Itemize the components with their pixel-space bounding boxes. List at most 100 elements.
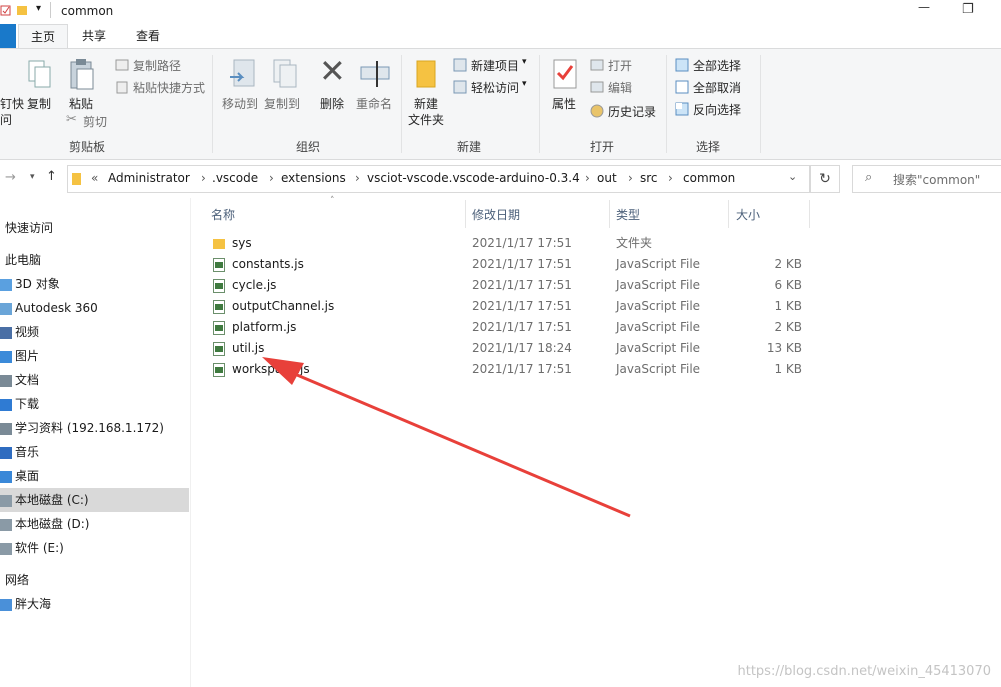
new-folder-button-line2[interactable]: 文件夹	[408, 111, 444, 128]
column-header-type[interactable]: 类型	[616, 205, 640, 225]
pin-quick-access-label[interactable]: 钉快	[0, 95, 24, 112]
file-date: 2021/1/17 17:51	[472, 257, 572, 271]
column-header-name[interactable]: 名称	[211, 205, 235, 225]
title-divider	[50, 2, 51, 18]
file-date: 2021/1/17 17:51	[472, 320, 572, 334]
chevron-down-icon[interactable]: ▾	[522, 79, 527, 89]
properties-quick-icon[interactable]	[0, 4, 12, 16]
delete-icon: ✕	[319, 52, 346, 90]
new-folder-quick-icon[interactable]	[16, 4, 28, 16]
crumb-administrator[interactable]: Administrator	[108, 171, 190, 185]
file-type: JavaScript File	[616, 341, 701, 355]
rename-button[interactable]: 重命名	[356, 95, 392, 112]
address-bar[interactable]: « Administrator › .vscode › extensions ›…	[67, 165, 810, 193]
select-all-icon	[675, 58, 689, 72]
column-divider[interactable]	[728, 200, 729, 228]
file-tab[interactable]	[0, 24, 16, 48]
recent-locations-icon[interactable]: ▾	[30, 172, 35, 182]
nav-item[interactable]: 本地磁盘 (D:)	[0, 512, 189, 536]
column-header-size[interactable]: 大小	[736, 205, 760, 225]
crumb-out[interactable]: out	[597, 171, 617, 185]
crumb-separator: ›	[355, 171, 360, 185]
paste-button[interactable]: 粘贴	[69, 95, 93, 112]
file-type: JavaScript File	[616, 320, 701, 334]
chevron-down-icon[interactable]: ⌄	[788, 170, 797, 183]
music-icon	[0, 446, 12, 459]
up-arrow-icon[interactable]: ↑	[46, 169, 57, 184]
computer-icon	[0, 598, 12, 611]
column-divider[interactable]	[609, 200, 610, 228]
nav-item[interactable]: 桌面	[0, 464, 189, 488]
search-box[interactable]: ⌕ 搜索"common"	[852, 165, 1001, 193]
network-drive-icon	[0, 422, 12, 435]
copy-to-button[interactable]: 复制到	[264, 95, 300, 112]
js-file-icon	[213, 342, 225, 356]
crumb-src[interactable]: src	[640, 171, 658, 185]
column-divider[interactable]	[809, 200, 810, 228]
drive-icon	[0, 542, 12, 555]
crumb-extensions[interactable]: extensions	[281, 171, 346, 185]
tab-view[interactable]: 查看	[124, 24, 172, 48]
minimize-button[interactable]: —	[918, 0, 930, 14]
title-bar: ▾ common — ❐	[0, 0, 1001, 22]
nav-item[interactable]: 胖大海	[0, 592, 189, 616]
quick-access-dropdown-icon[interactable]: ▾	[36, 3, 41, 14]
nav-item[interactable]: 下载	[0, 392, 189, 416]
pin-quick-access-label-2[interactable]: 问	[0, 111, 12, 128]
file-row[interactable]: sys 2021/1/17 17:51 文件夹	[205, 233, 805, 254]
search-input[interactable]: 搜索"common"	[893, 171, 980, 188]
file-name: platform.js	[232, 320, 297, 334]
cut-button[interactable]: 剪切	[83, 113, 107, 130]
file-list: sys 2021/1/17 17:51 文件夹 constants.js 2021/1/…	[0, 233, 1001, 393]
crumb-vscode[interactable]: .vscode	[212, 171, 258, 185]
select-all-button[interactable]: 全部选择	[693, 57, 741, 74]
chevron-down-icon[interactable]: ▾	[522, 57, 527, 67]
paste-shortcut-button[interactable]: 粘贴快捷方式	[133, 79, 205, 96]
easy-access-button[interactable]: 轻松访问	[471, 79, 519, 96]
properties-button[interactable]: 属性	[552, 95, 576, 112]
nav-item[interactable]: 音乐	[0, 440, 189, 464]
new-item-icon	[453, 58, 467, 72]
file-type: 文件夹	[616, 236, 653, 250]
copy-button[interactable]: 复制	[27, 95, 51, 112]
invert-selection-button[interactable]: 反向选择	[693, 101, 741, 118]
copy-path-button[interactable]: 复制路径	[133, 57, 181, 74]
column-header-date[interactable]: 修改日期	[472, 205, 520, 225]
nav-item[interactable]: 软件 (E:)	[0, 536, 189, 560]
nav-item[interactable]: 本地磁盘 (C:)	[0, 488, 189, 512]
edit-button[interactable]: 编辑	[608, 79, 632, 96]
new-folder-icon	[416, 60, 436, 88]
new-folder-button-line1[interactable]: 新建	[414, 95, 438, 112]
file-row[interactable]: util.js 2021/1/17 18:24 JavaScript File 13 …	[205, 338, 805, 359]
overflow-chevron[interactable]: «	[91, 171, 98, 185]
crumb-extension-folder[interactable]: vsciot-vscode.vscode-arduino-0.3.4	[367, 171, 580, 185]
select-none-button[interactable]: 全部取消	[693, 79, 741, 96]
refresh-button[interactable]: ↻	[810, 165, 840, 193]
new-item-button[interactable]: 新建项目	[471, 57, 519, 74]
js-file-icon	[213, 321, 225, 335]
folder-icon	[72, 173, 81, 185]
tab-home[interactable]: 主页	[18, 24, 69, 49]
file-row[interactable]: cycle.js 2021/1/17 17:51 JavaScript File 6 …	[205, 275, 805, 296]
tab-share[interactable]: 共享	[70, 24, 118, 48]
file-size: 2 KB	[774, 320, 802, 334]
forward-arrow-icon[interactable]: →	[5, 170, 16, 185]
open-button[interactable]: 打开	[608, 57, 632, 74]
nav-item[interactable]: 学习资料 (192.168.1.172)	[0, 416, 189, 440]
file-row[interactable]: constants.js 2021/1/17 17:51 JavaScript Fi…	[205, 254, 805, 275]
column-divider[interactable]	[465, 200, 466, 228]
file-row[interactable]: outputChannel.js 2021/1/17 17:51 JavaScrip…	[205, 296, 805, 317]
crumb-common[interactable]: common	[683, 171, 735, 185]
restore-button[interactable]: ❐	[962, 2, 974, 17]
file-name: outputChannel.js	[232, 299, 335, 313]
nav-item[interactable]: 网络	[0, 568, 194, 592]
js-file-icon	[213, 258, 225, 272]
delete-button[interactable]: 删除	[320, 95, 344, 112]
drive-icon	[0, 518, 12, 531]
history-button[interactable]: 历史记录	[608, 103, 656, 120]
move-to-button[interactable]: 移动到	[222, 95, 258, 112]
file-row[interactable]: platform.js 2021/1/17 17:51 JavaScript Fil…	[205, 317, 805, 338]
easy-access-icon	[453, 80, 467, 94]
file-row[interactable]: workspace.js 2021/1/17 17:51 JavaScript Fi…	[205, 359, 805, 380]
nav-item-label: 胖大海	[15, 597, 52, 611]
